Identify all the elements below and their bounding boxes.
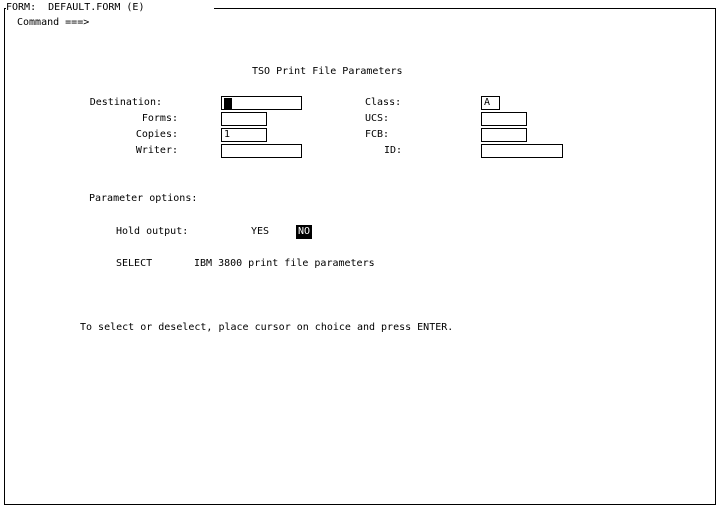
hold-output-no[interactable]: NO [296, 225, 313, 239]
copies-field[interactable]: 1 [221, 128, 267, 142]
instructions-text: To select or deselect, place cursor on c… [80, 322, 454, 333]
text-cursor [224, 98, 232, 109]
ucs-label: UCS: [365, 113, 390, 124]
id-label: ID: [384, 145, 403, 156]
parameter-options-label: Parameter options: [89, 193, 198, 204]
writer-field[interactable] [221, 144, 302, 158]
forms-label: Forms: [141, 113, 178, 124]
copies-label: Copies: [135, 129, 178, 140]
form-heading: TSO Print File Parameters [252, 66, 403, 77]
fcb-label: FCB: [365, 129, 390, 140]
forms-field[interactable] [221, 112, 267, 126]
select-label[interactable]: SELECT [116, 258, 152, 270]
window-title: FORM: DEFAULT.FORM (E) [6, 2, 215, 14]
destination-field[interactable] [221, 96, 302, 110]
id-field[interactable] [481, 144, 563, 158]
form-frame [4, 8, 716, 505]
select-ibm3800-option[interactable]: IBM 3800 print file parameters [194, 258, 375, 270]
destination-label: Destination: [89, 97, 162, 108]
command-input[interactable] [96, 17, 696, 29]
writer-label: Writer: [135, 145, 178, 156]
fcb-field[interactable] [481, 128, 527, 142]
ucs-field[interactable] [481, 112, 527, 126]
command-label: Command ===> [17, 17, 90, 28]
hold-output-label: Hold output: [116, 226, 189, 237]
class-label: Class: [365, 97, 402, 108]
class-field[interactable]: A [481, 96, 500, 110]
terminal-screen: FORM: DEFAULT.FORM (E) Command ===> TSO … [0, 0, 719, 506]
hold-output-yes[interactable]: YES [251, 226, 269, 238]
